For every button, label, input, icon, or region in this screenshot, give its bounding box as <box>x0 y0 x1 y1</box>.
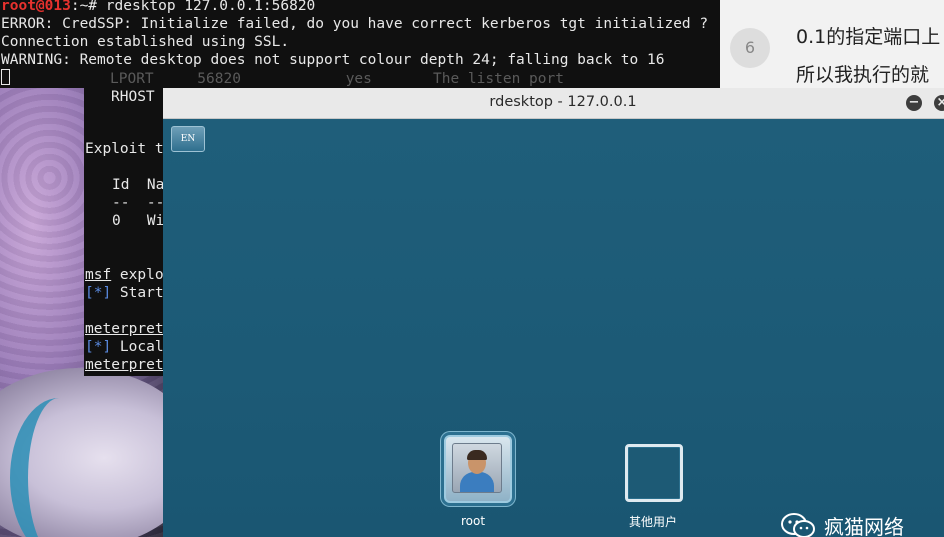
msf-status-text: Start <box>111 285 164 301</box>
msf-text: Exploit t <box>85 141 164 157</box>
msf-status-text: Local <box>111 339 164 355</box>
window-titlebar[interactable]: rdesktop - 127.0.0.1 − × <box>163 88 944 119</box>
remote-login-screen: EN root 其他用户 疯猫网络 <box>163 119 944 537</box>
user-avatar-icon <box>452 443 502 493</box>
minimize-button[interactable]: − <box>906 95 922 111</box>
terminal-cursor <box>1 69 10 85</box>
meterpreter-prompt: meterpret <box>85 321 164 337</box>
msf-prompt-line: msf explo <box>85 266 164 284</box>
msf-text: -- -- <box>112 195 164 211</box>
meterpreter-prompt: meterpret <box>85 357 164 373</box>
list-number-badge: 6 <box>730 28 770 68</box>
terminal-output-line: Connection established using SSL. <box>1 34 290 50</box>
msf-status-line: [*] Local <box>85 338 164 356</box>
msf-command: explo <box>111 267 164 283</box>
article-line: 所以我执行的就 <box>796 64 930 86</box>
avatar-hair <box>467 450 487 460</box>
user-tile-root[interactable] <box>444 435 512 503</box>
rdesktop-window[interactable]: rdesktop - 127.0.0.1 − × EN root 其他用户 疯猫… <box>163 88 944 537</box>
terminal-output-line: ERROR: CredSSP: Initialize failed, do yo… <box>1 16 709 32</box>
msf-text: 0 Wi <box>112 213 164 229</box>
msf-console[interactable]: RHOST Exploit t Id Na -- -- 0 Wi msf exp… <box>84 88 164 376</box>
msf-status-line: [*] Start <box>85 284 164 302</box>
user-tile-label[interactable]: 其他用户 <box>593 513 713 530</box>
window-title: rdesktop - 127.0.0.1 <box>489 94 637 110</box>
watermark: 疯猫网络 <box>780 511 904 537</box>
terminal-command: :~# rdesktop 127.0.0.1:56820 <box>70 0 316 14</box>
terminal-command-line: root@013:~# rdesktop 127.0.0.1:56820 <box>1 0 315 15</box>
close-button[interactable]: × <box>934 95 944 111</box>
article-line: 0.1的指定端口上 <box>796 26 941 48</box>
msf-status-marker: [*] <box>85 339 112 355</box>
avatar-body <box>460 472 494 492</box>
terminal-background-text: LPORT 56820 yes The listen port <box>110 71 564 87</box>
terminal-prompt-user: root@013 <box>1 0 71 14</box>
terminal-window[interactable]: LPORT 56820 yes The listen port root@013… <box>0 0 720 88</box>
watermark-text: 疯猫网络 <box>824 515 904 537</box>
msf-text: Id Na <box>112 177 164 193</box>
user-tile-label[interactable]: root <box>413 514 533 528</box>
user-tile-other[interactable] <box>625 444 683 502</box>
terminal-output-line: WARNING: Remote desktop does not support… <box>1 52 665 68</box>
msf-prompt: msf <box>85 267 112 283</box>
language-indicator[interactable]: EN <box>171 126 205 152</box>
msf-status-marker: [*] <box>85 285 112 301</box>
wechat-icon <box>781 512 815 537</box>
terminal-cursor-line <box>1 69 10 87</box>
background-article: 6 0.1的指定端口上 所以我执行的就 <box>720 0 944 88</box>
msf-text-rhost: RHOST <box>111 89 155 105</box>
